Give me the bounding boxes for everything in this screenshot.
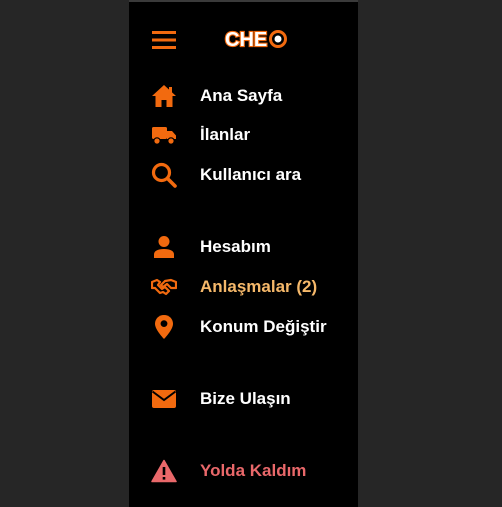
menu-item-search-user[interactable]: Kullanıcı ara: [151, 160, 351, 190]
menu-item-change-location[interactable]: Konum Değiştir: [151, 312, 351, 342]
menu-item-label: İlanlar: [200, 125, 251, 144]
envelope-icon: [151, 386, 177, 412]
search-icon: [151, 162, 177, 188]
warning-icon: [151, 458, 177, 484]
menu-item-label: Kullanıcı ara: [200, 165, 302, 184]
menu-item-label: Anlaşmalar (2): [200, 277, 318, 296]
menu-item-contact[interactable]: Bize Ulaşın: [151, 384, 351, 414]
location-pin-icon: [151, 314, 177, 340]
brand-logo[interactable]: CHE: [223, 27, 293, 51]
hamburger-icon[interactable]: [151, 30, 177, 52]
menu-item-home[interactable]: Ana Sayfa: [151, 81, 351, 111]
home-icon: [151, 83, 177, 109]
truck-icon: [151, 122, 177, 148]
svg-text:CHE: CHE: [225, 29, 267, 51]
menu-item-stuck-on-road[interactable]: Yolda Kaldım: [151, 456, 351, 486]
menu-item-label: Konum Değiştir: [200, 317, 327, 336]
user-icon: [151, 234, 177, 260]
handshake-icon: [151, 274, 177, 300]
drawer-header: CHE: [151, 26, 351, 56]
menu-item-label: Ana Sayfa: [200, 86, 283, 105]
menu-item-label: Yolda Kaldım: [200, 461, 307, 480]
menu-item-label: Bize Ulaşın: [200, 389, 291, 408]
menu-item-account[interactable]: Hesabım: [151, 232, 351, 262]
side-drawer: CHE Ana Sayfa İlanlar Kullanıcı ara Hesa…: [129, 0, 358, 507]
menu-item-label: Hesabım: [200, 237, 271, 256]
menu-item-listings[interactable]: İlanlar: [151, 120, 351, 150]
menu-item-agreements[interactable]: Anlaşmalar (2): [151, 272, 351, 302]
